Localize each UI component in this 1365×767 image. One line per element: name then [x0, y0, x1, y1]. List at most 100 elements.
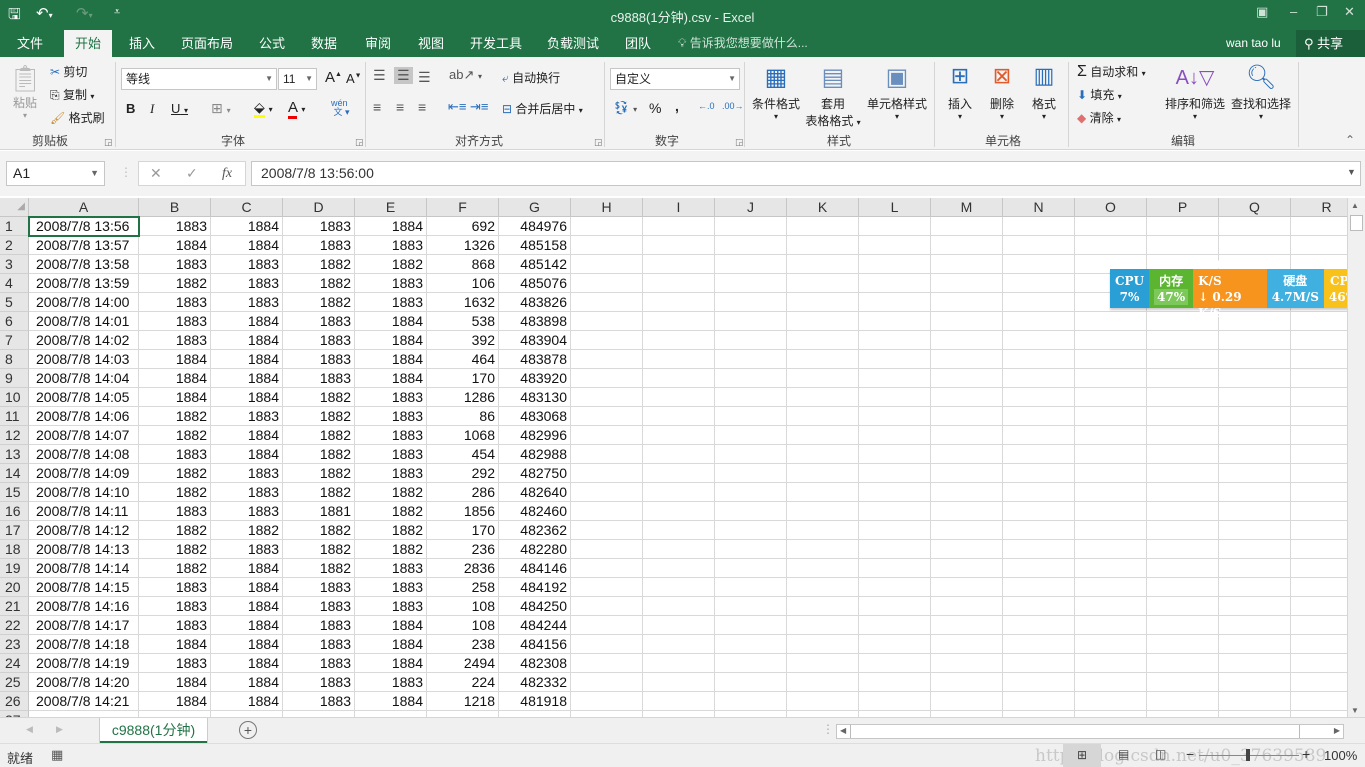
zoom-in-button[interactable]: +	[1302, 746, 1310, 762]
table-cell[interactable]	[859, 293, 931, 312]
table-cell[interactable]	[1075, 635, 1147, 654]
table-cell[interactable]: 2008/7/8 14:15	[29, 578, 139, 597]
table-cell[interactable]: 1882	[283, 255, 355, 274]
table-cell[interactable]	[715, 616, 787, 635]
table-cell[interactable]: 1883	[355, 274, 427, 293]
table-cell[interactable]	[1003, 426, 1075, 445]
table-cell[interactable]	[859, 255, 931, 274]
table-cell[interactable]	[1219, 692, 1291, 711]
table-cell[interactable]: 1326	[427, 236, 499, 255]
table-cell[interactable]	[1219, 521, 1291, 540]
table-cell[interactable]: 2008/7/8 13:59	[29, 274, 139, 293]
table-cell[interactable]	[1003, 407, 1075, 426]
cancel-icon[interactable]: ✕	[150, 162, 162, 185]
autosum-button[interactable]: Σ 自动求和 ▾	[1077, 63, 1146, 81]
table-cell[interactable]	[715, 236, 787, 255]
table-cell[interactable]	[1291, 350, 1347, 369]
table-cell[interactable]	[1003, 350, 1075, 369]
table-cell[interactable]	[1219, 217, 1291, 236]
table-cell[interactable]: 2008/7/8 14:12	[29, 521, 139, 540]
table-cell[interactable]: 1884	[355, 692, 427, 711]
select-all-corner[interactable]: ◢	[0, 198, 29, 217]
table-cell[interactable]: 108	[427, 616, 499, 635]
table-cell[interactable]	[931, 426, 1003, 445]
table-cell[interactable]	[859, 692, 931, 711]
format-as-table-button[interactable]: ▤ 套用 表格格式 ▾	[803, 63, 863, 129]
tell-me-search[interactable]: 💡︎ 告诉我您想要做什么...	[678, 30, 808, 57]
table-cell[interactable]: 483130	[499, 388, 571, 407]
table-cell[interactable]	[643, 578, 715, 597]
table-cell[interactable]	[571, 692, 643, 711]
table-cell[interactable]	[571, 255, 643, 274]
scroll-up-icon[interactable]: ▲	[1351, 201, 1359, 210]
tab-developer[interactable]: 开发工具	[459, 30, 533, 57]
table-cell[interactable]	[931, 521, 1003, 540]
table-cell[interactable]	[859, 673, 931, 692]
table-cell[interactable]	[1147, 578, 1219, 597]
table-cell[interactable]: 1884	[355, 217, 427, 236]
table-cell[interactable]	[1219, 331, 1291, 350]
table-cell[interactable]	[1219, 369, 1291, 388]
table-cell[interactable]	[571, 559, 643, 578]
column-header[interactable]: A	[29, 198, 139, 217]
table-cell[interactable]: 258	[427, 578, 499, 597]
column-header[interactable]: P	[1147, 198, 1219, 217]
row-header[interactable]: 13	[0, 445, 29, 464]
table-cell[interactable]: 1883	[139, 255, 211, 274]
row-header[interactable]: 7	[0, 331, 29, 350]
column-header[interactable]: O	[1075, 198, 1147, 217]
table-cell[interactable]: 1882	[283, 483, 355, 502]
table-cell[interactable]	[571, 426, 643, 445]
table-cell[interactable]	[1075, 673, 1147, 692]
column-header[interactable]: K	[787, 198, 859, 217]
system-monitor-widget[interactable]: CPU 7% 内存 47% ↑ 0.68 K/S ↓ 0.29 K/S 硬盘 4.7M…	[1110, 258, 1365, 320]
table-cell[interactable]	[1003, 312, 1075, 331]
table-cell[interactable]	[571, 464, 643, 483]
table-cell[interactable]	[787, 692, 859, 711]
row-header[interactable]: 15	[0, 483, 29, 502]
align-middle-icon[interactable]: ☰	[394, 67, 413, 84]
table-cell[interactable]: 1883	[139, 597, 211, 616]
table-cell[interactable]	[1219, 635, 1291, 654]
row-header[interactable]: 10	[0, 388, 29, 407]
table-cell[interactable]: 1883	[139, 578, 211, 597]
table-cell[interactable]: 454	[427, 445, 499, 464]
accounting-format-icon[interactable]: 💱︎ ▾	[613, 100, 637, 116]
table-cell[interactable]	[643, 654, 715, 673]
table-cell[interactable]	[643, 369, 715, 388]
table-cell[interactable]: 483904	[499, 331, 571, 350]
table-cell[interactable]: 2008/7/8 14:01	[29, 312, 139, 331]
align-bottom-icon[interactable]: ☰	[418, 69, 431, 86]
table-cell[interactable]	[571, 540, 643, 559]
table-cell[interactable]: 1884	[139, 388, 211, 407]
table-cell[interactable]: 1884	[211, 635, 283, 654]
table-cell[interactable]: 482362	[499, 521, 571, 540]
table-cell[interactable]	[1219, 654, 1291, 673]
table-cell[interactable]: 1884	[211, 312, 283, 331]
table-cell[interactable]	[1219, 559, 1291, 578]
table-cell[interactable]	[787, 654, 859, 673]
table-cell[interactable]	[643, 331, 715, 350]
table-cell[interactable]: 482640	[499, 483, 571, 502]
normal-view-icon[interactable]: ⊞	[1063, 744, 1101, 767]
table-cell[interactable]	[859, 559, 931, 578]
table-cell[interactable]: 1883	[283, 673, 355, 692]
column-header[interactable]: J	[715, 198, 787, 217]
table-cell[interactable]: 1884	[211, 217, 283, 236]
scroll-left-icon[interactable]: ◀	[840, 726, 846, 735]
table-cell[interactable]	[571, 236, 643, 255]
table-cell[interactable]	[787, 312, 859, 331]
table-cell[interactable]	[643, 293, 715, 312]
table-cell[interactable]	[571, 293, 643, 312]
table-cell[interactable]: 1884	[211, 616, 283, 635]
table-cell[interactable]: 538	[427, 312, 499, 331]
table-cell[interactable]: 1883	[139, 331, 211, 350]
table-cell[interactable]	[1219, 616, 1291, 635]
table-cell[interactable]	[1219, 597, 1291, 616]
table-cell[interactable]: 1884	[355, 331, 427, 350]
table-cell[interactable]	[1147, 388, 1219, 407]
cell-styles-button[interactable]: ▣ 单元格样式 ▾	[865, 63, 929, 121]
table-cell[interactable]	[1147, 331, 1219, 350]
table-cell[interactable]	[715, 464, 787, 483]
table-cell[interactable]: 1882	[283, 407, 355, 426]
